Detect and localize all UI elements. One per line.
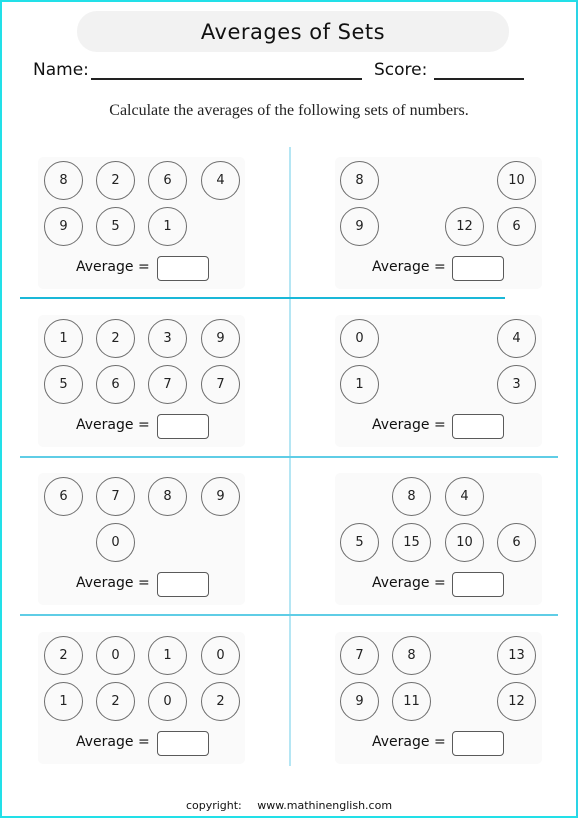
number-circle: 9: [340, 682, 379, 721]
average-label: Average =: [76, 734, 150, 750]
title-banner: Averages of Sets: [77, 11, 509, 52]
number-circle: 8: [340, 161, 379, 200]
number-circle: 3: [497, 365, 536, 404]
number-circle: 12: [445, 207, 484, 246]
number-circle: 2: [96, 682, 135, 721]
average-answer-box[interactable]: [157, 572, 209, 597]
average-label: Average =: [372, 734, 446, 750]
number-circle: 7: [148, 365, 187, 404]
number-circle: 2: [44, 636, 83, 675]
score-label: Score:: [374, 60, 428, 80]
number-circle: 6: [148, 161, 187, 200]
number-circle: 9: [201, 477, 240, 516]
number-circle: 2: [96, 161, 135, 200]
number-circle: 9: [340, 207, 379, 246]
average-label: Average =: [76, 575, 150, 591]
instructions: Calculate the averages of the following …: [109, 102, 469, 119]
number-circle: 2: [201, 682, 240, 721]
name-field[interactable]: [91, 78, 362, 80]
number-circle: 4: [201, 161, 240, 200]
number-circle: 1: [148, 636, 187, 675]
average-label: Average =: [372, 575, 446, 591]
number-circle: 10: [497, 161, 536, 200]
average-answer-box[interactable]: [452, 731, 504, 756]
number-circle: 6: [497, 523, 536, 562]
number-circle: 7: [201, 365, 240, 404]
number-circle: 1: [148, 207, 187, 246]
number-circle: 4: [445, 477, 484, 516]
average-label: Average =: [372, 259, 446, 275]
score-field[interactable]: [434, 78, 524, 80]
number-circle: 4: [497, 319, 536, 358]
number-circle: 6: [96, 365, 135, 404]
number-circle: 0: [96, 523, 135, 562]
number-circle: 8: [148, 477, 187, 516]
number-circle: 0: [148, 682, 187, 721]
average-label: Average =: [372, 417, 446, 433]
number-circle: 11: [392, 682, 431, 721]
number-circle: 0: [96, 636, 135, 675]
average-answer-box[interactable]: [452, 414, 504, 439]
number-circle: 0: [201, 636, 240, 675]
copyright-label: copyright:: [185, 799, 242, 812]
number-circle: 1: [44, 319, 83, 358]
number-circle: 13: [497, 636, 536, 675]
number-circle: 5: [44, 365, 83, 404]
number-circle: 8: [44, 161, 83, 200]
number-circle: 1: [44, 682, 83, 721]
average-answer-box[interactable]: [157, 731, 209, 756]
number-circle: 1: [340, 365, 379, 404]
number-circle: 10: [445, 523, 484, 562]
horizontal-divider: [20, 456, 558, 458]
average-label: Average =: [76, 259, 150, 275]
number-circle: 3: [148, 319, 187, 358]
average-label: Average =: [76, 417, 150, 433]
number-circle: 5: [96, 207, 135, 246]
name-label: Name:: [33, 60, 89, 80]
number-circle: 9: [44, 207, 83, 246]
number-circle: 7: [340, 636, 379, 675]
number-circle: 6: [44, 477, 83, 516]
number-circle: 6: [497, 207, 536, 246]
number-circle: 15: [392, 523, 431, 562]
average-answer-box[interactable]: [157, 256, 209, 281]
number-circle: 8: [392, 636, 431, 675]
number-circle: 7: [96, 477, 135, 516]
number-circle: 2: [96, 319, 135, 358]
number-circle: 12: [497, 682, 536, 721]
footer: copyright: www.mathinenglish.com: [0, 799, 578, 812]
average-answer-box[interactable]: [157, 414, 209, 439]
website-link[interactable]: www.mathinenglish.com: [257, 799, 392, 812]
number-circle: 0: [340, 319, 379, 358]
page-title: Averages of Sets: [200, 19, 386, 44]
horizontal-divider: [20, 297, 505, 299]
number-circle: 9: [201, 319, 240, 358]
number-circle: 5: [340, 523, 379, 562]
average-answer-box[interactable]: [452, 572, 504, 597]
horizontal-divider: [20, 614, 558, 616]
name-score-row: Name: Score:: [33, 60, 543, 86]
number-circle: 8: [392, 477, 431, 516]
average-answer-box[interactable]: [452, 256, 504, 281]
